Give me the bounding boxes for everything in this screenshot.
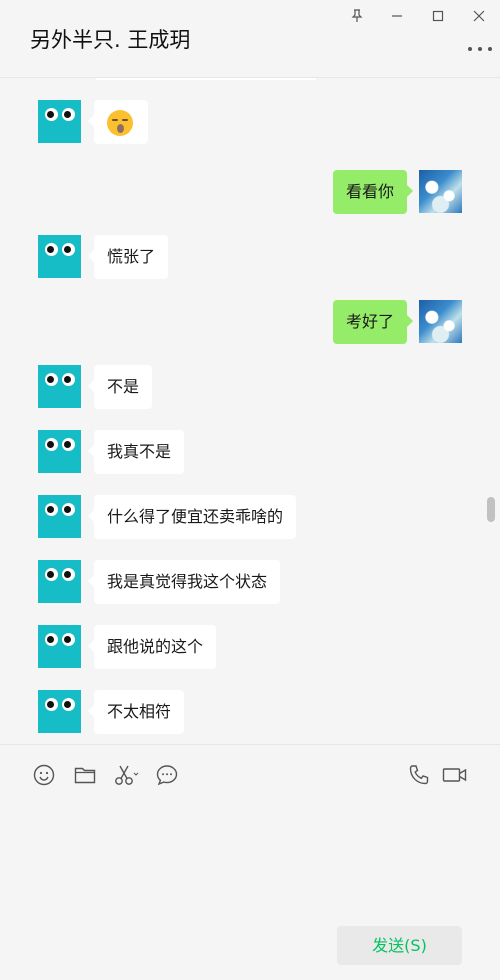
video-call-icon[interactable] [442, 763, 468, 787]
message-row: 不太相符 [0, 690, 500, 738]
contact-avatar[interactable] [38, 690, 81, 733]
message-row: 慌张了 [0, 235, 500, 283]
contact-avatar[interactable] [38, 560, 81, 603]
message-list[interactable]: 看看你 慌张了 考好了 不是 我真不是 什么得了便宜还卖乖啥的 我是真觉得我这个… [0, 78, 500, 744]
chat-title: 另外半只. 王成玥 [30, 28, 191, 52]
contact-avatar[interactable] [38, 625, 81, 668]
scrollbar-thumb[interactable] [487, 497, 495, 522]
contact-avatar[interactable] [38, 495, 81, 538]
message-bubble-incoming[interactable]: 跟他说的这个 [87, 625, 217, 669]
message-row [0, 100, 500, 148]
message-bubble-outgoing[interactable]: 考好了 [332, 300, 414, 344]
phone-icon[interactable] [407, 763, 431, 787]
scissors-icon[interactable] [113, 763, 139, 787]
title-bar: 另外半只. 王成玥 [0, 0, 500, 78]
composer: 发送(S) [0, 744, 500, 980]
message-bubble-incoming[interactable]: 我真不是 [87, 430, 185, 474]
message-row: 不是 [0, 365, 500, 413]
message-bubble-incoming[interactable]: 不是 [87, 365, 153, 409]
contact-avatar[interactable] [38, 430, 81, 473]
message-row: 什么得了便宜还卖乖啥的 [0, 495, 500, 543]
previous-bubble-edge [96, 78, 316, 80]
shushing-face-emoji [107, 110, 133, 136]
maximize-icon[interactable] [427, 5, 449, 27]
emoji-icon[interactable] [32, 763, 56, 787]
message-row: 考好了 [0, 300, 500, 348]
my-avatar[interactable] [419, 300, 462, 343]
contact-avatar[interactable] [38, 235, 81, 278]
message-bubble-emoji[interactable] [88, 100, 148, 144]
minimize-icon[interactable] [386, 5, 408, 27]
contact-avatar[interactable] [38, 100, 81, 143]
my-avatar[interactable] [419, 170, 462, 213]
send-button[interactable]: 发送(S) [337, 926, 462, 965]
folder-icon[interactable] [73, 763, 97, 787]
pin-icon[interactable] [346, 5, 368, 27]
message-bubble-incoming[interactable]: 不太相符 [87, 690, 185, 734]
ellipsis-icon[interactable] [466, 38, 494, 58]
contact-avatar[interactable] [38, 365, 81, 408]
close-icon[interactable] [468, 5, 490, 27]
message-bubble-incoming[interactable]: 我是真觉得我这个状态 [87, 560, 281, 604]
message-row: 看看你 [0, 170, 500, 218]
message-bubble-outgoing[interactable]: 看看你 [332, 170, 414, 214]
message-bubble-incoming[interactable]: 什么得了便宜还卖乖啥的 [87, 495, 297, 539]
message-row: 跟他说的这个 [0, 625, 500, 673]
message-row: 我真不是 [0, 430, 500, 478]
message-bubble-incoming[interactable]: 慌张了 [87, 235, 169, 279]
message-row: 我是真觉得我这个状态 [0, 560, 500, 608]
chat-history-icon[interactable] [155, 763, 179, 787]
